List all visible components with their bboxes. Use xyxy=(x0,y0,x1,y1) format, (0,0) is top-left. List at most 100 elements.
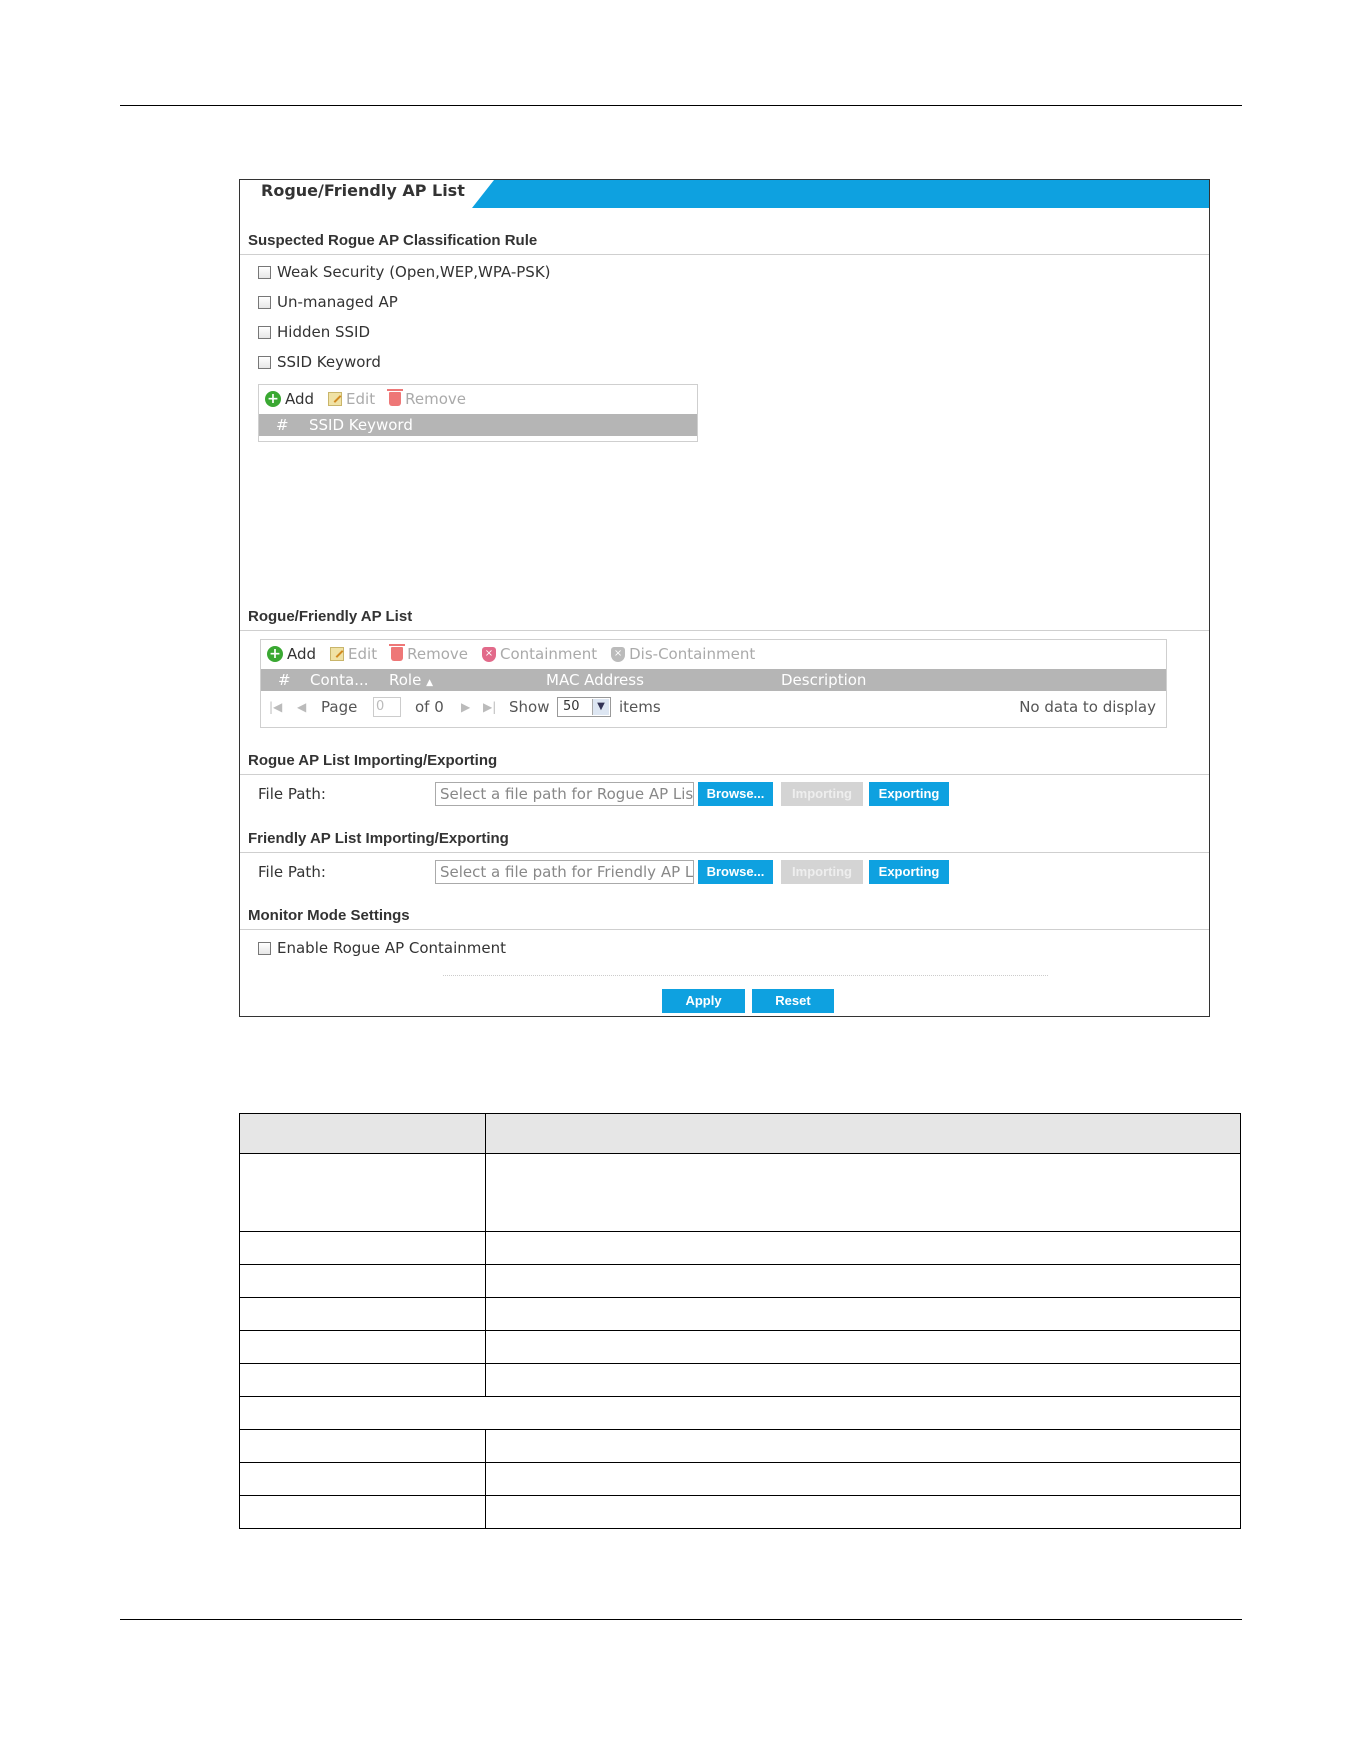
table-row xyxy=(239,1429,1241,1463)
rogue-importing-button[interactable]: Importing xyxy=(781,782,863,806)
ap-add-button[interactable]: + Add xyxy=(267,645,316,663)
ap-list-grid: + Add Edit Remove × Containment × Dis-Co… xyxy=(260,639,1167,728)
table-header-cell xyxy=(239,1113,486,1154)
ssid-keyword-option[interactable]: SSID Keyword xyxy=(258,353,381,371)
section-divider xyxy=(240,630,1209,631)
table-cell xyxy=(239,1264,486,1298)
ap-edit-label: Edit xyxy=(348,645,378,663)
actions-divider xyxy=(443,975,1048,976)
ssid-remove-label: Remove xyxy=(405,390,466,408)
table-cell xyxy=(239,1297,486,1331)
ap-edit-button[interactable]: Edit xyxy=(330,645,377,663)
classification-title: Suspected Rogue AP Classification Rule xyxy=(248,232,538,249)
ap-containment-label: Containment xyxy=(499,645,598,663)
show-label: Show xyxy=(509,698,550,716)
ap-list-title: Rogue/Friendly AP List xyxy=(248,608,413,625)
ap-list-toolbar: + Add Edit Remove × Containment × Dis-Co… xyxy=(267,643,755,665)
shield-icon: × xyxy=(611,646,626,662)
table-cell xyxy=(239,1330,486,1364)
col-role[interactable]: Role ▲ xyxy=(389,671,433,689)
page-size-select[interactable]: 50 ▼ xyxy=(557,697,611,717)
ssid-keyword-checkbox[interactable] xyxy=(258,355,271,369)
table-cell xyxy=(485,1495,1241,1529)
tab-rogue-friendly-ap-list[interactable]: Rogue/Friendly AP List xyxy=(240,180,472,208)
enable-containment-option[interactable]: Enable Rogue AP Containment xyxy=(258,939,506,957)
friendly-browse-button[interactable]: Browse... xyxy=(698,860,773,884)
table-cell xyxy=(485,1231,1241,1265)
page-number-input[interactable]: 0 xyxy=(373,697,401,717)
rogue-exporting-button[interactable]: Exporting xyxy=(869,782,949,806)
unmanaged-ap-checkbox[interactable] xyxy=(258,295,271,309)
weak-security-option[interactable]: Weak Security (Open,WEP,WPA-PSK) xyxy=(258,263,551,281)
ssid-add-button[interactable]: + Add xyxy=(265,390,314,408)
col-description[interactable]: Description xyxy=(781,671,866,689)
rogue-browse-button[interactable]: Browse... xyxy=(698,782,773,806)
trash-icon xyxy=(389,644,406,661)
page-count: of 0 xyxy=(415,698,444,716)
prev-page-icon[interactable]: ◀ xyxy=(297,700,306,714)
table-cell xyxy=(239,1231,486,1265)
reset-button[interactable]: Reset xyxy=(752,989,834,1013)
enable-containment-label: Enable Rogue AP Containment xyxy=(277,939,507,957)
col-index[interactable]: # xyxy=(276,416,289,434)
apply-button[interactable]: Apply xyxy=(662,989,745,1013)
table-cell xyxy=(239,1495,486,1529)
section-divider xyxy=(240,929,1209,930)
add-icon: + xyxy=(267,646,283,662)
table-row xyxy=(239,1264,1241,1298)
enable-containment-checkbox[interactable] xyxy=(258,941,271,955)
ap-list-pager: |◀ ◀ Page 0 of 0 ▶ ▶| Show 50 ▼ items No… xyxy=(261,694,1166,722)
rogue-import-title: Rogue AP List Importing/Exporting xyxy=(248,752,498,769)
table-row xyxy=(239,1462,1241,1496)
ssid-remove-button[interactable]: Remove xyxy=(387,389,466,408)
next-page-icon[interactable]: ▶ xyxy=(461,700,470,714)
ssid-keyword-toolbar: + Add Edit Remove xyxy=(265,388,466,410)
col-index[interactable]: # xyxy=(278,671,291,689)
table-cell xyxy=(239,1363,486,1397)
shield-x-icon: × xyxy=(481,646,496,662)
table-row xyxy=(239,1330,1241,1364)
table-cell xyxy=(239,1429,486,1463)
last-page-icon[interactable]: ▶| xyxy=(483,700,496,714)
hidden-ssid-option[interactable]: Hidden SSID xyxy=(258,323,370,341)
table-cell xyxy=(239,1396,1241,1430)
table-row xyxy=(239,1153,1241,1232)
table-cell xyxy=(485,1429,1241,1463)
ap-containment-button[interactable]: × Containment xyxy=(481,645,598,663)
col-containment[interactable]: Conta... xyxy=(310,671,369,689)
edit-icon xyxy=(328,392,343,406)
page-size-value: 50 xyxy=(563,699,580,714)
table-cell xyxy=(485,1153,1241,1232)
col-ssid-keyword[interactable]: SSID Keyword xyxy=(309,416,413,434)
weak-security-checkbox[interactable] xyxy=(258,265,271,279)
first-page-icon[interactable]: |◀ xyxy=(269,700,282,714)
add-icon: + xyxy=(265,391,281,407)
friendly-exporting-button[interactable]: Exporting xyxy=(869,860,949,884)
table-cell xyxy=(239,1153,486,1232)
edit-icon xyxy=(330,647,345,661)
table-cell xyxy=(485,1462,1241,1496)
table-section-row xyxy=(239,1396,1241,1430)
ap-list-grid-header: # Conta... Role ▲ MAC Address Descriptio… xyxy=(261,669,1166,691)
header-rule xyxy=(120,105,1242,106)
rogue-file-path-input[interactable]: Select a file path for Rogue AP List xyxy=(435,782,694,806)
ssid-keyword-label: SSID Keyword xyxy=(277,353,381,371)
ap-remove-button[interactable]: Remove xyxy=(389,644,468,663)
table-header-cell xyxy=(485,1113,1241,1154)
hidden-ssid-checkbox[interactable] xyxy=(258,325,271,339)
sort-asc-icon: ▲ xyxy=(426,678,434,688)
ssid-keyword-grid-header: # SSID Keyword xyxy=(259,414,697,436)
col-mac-address[interactable]: MAC Address xyxy=(546,671,644,689)
friendly-file-path-input[interactable]: Select a file path for Friendly AP List xyxy=(435,860,694,884)
friendly-importing-button[interactable]: Importing xyxy=(781,860,863,884)
table-cell xyxy=(485,1363,1241,1397)
table-cell xyxy=(485,1264,1241,1298)
ssid-edit-button[interactable]: Edit xyxy=(328,390,375,408)
empty-grid-message: No data to display xyxy=(1019,698,1156,716)
table-row xyxy=(239,1363,1241,1397)
footer-rule xyxy=(120,1619,1242,1620)
unmanaged-ap-option[interactable]: Un-managed AP xyxy=(258,293,398,311)
ssid-add-label: Add xyxy=(285,390,315,408)
ap-dis-containment-button[interactable]: × Dis-Containment xyxy=(611,645,755,663)
monitor-mode-title: Monitor Mode Settings xyxy=(248,907,410,924)
